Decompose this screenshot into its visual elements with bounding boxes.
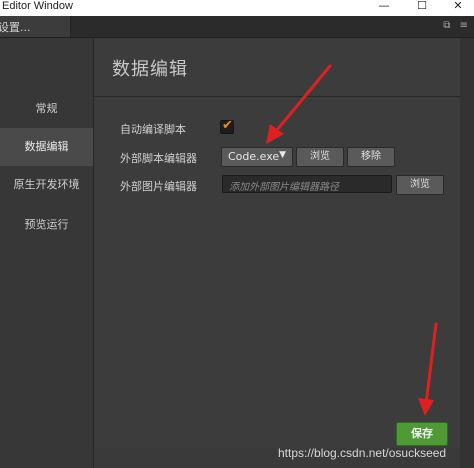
- annotation-arrows: [266, 64, 438, 416]
- red-arrow-top: [266, 64, 332, 144]
- red-arrow-bottom: [418, 322, 438, 416]
